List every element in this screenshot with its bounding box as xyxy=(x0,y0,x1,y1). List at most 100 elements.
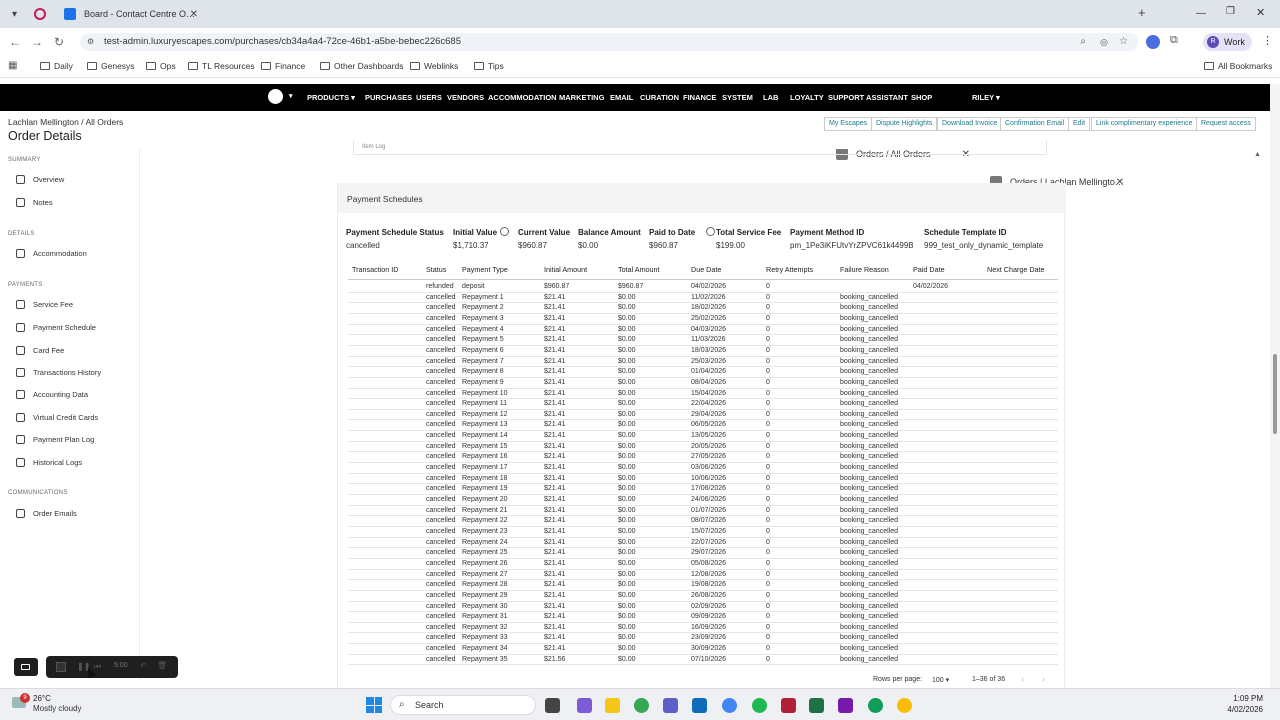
nav-item-curation[interactable]: CURATION xyxy=(640,93,679,102)
user-menu[interactable]: RILEY ▾ xyxy=(972,93,1000,102)
sidebar-item-overview[interactable]: Overview xyxy=(16,175,64,184)
nav-item-loyalty[interactable]: LOYALTY xyxy=(790,93,824,102)
restart-icon[interactable]: ⏮ xyxy=(94,662,101,672)
chrome-work-icon[interactable] xyxy=(722,698,737,713)
zoom-icon[interactable]: ⌕ xyxy=(1080,33,1086,51)
file-explorer-icon[interactable] xyxy=(605,698,620,713)
prev-page-icon[interactable]: ‹ xyxy=(1021,674,1024,684)
sidebar-item-order-emails[interactable]: Order Emails xyxy=(16,509,77,518)
page-scrollbar[interactable] xyxy=(1270,84,1280,688)
back-icon[interactable]: ← xyxy=(4,35,26,49)
action-button-confirmation-email[interactable]: Confirmation Email xyxy=(1000,117,1070,131)
sidebar-item-historical-logs[interactable]: Historical Logs xyxy=(16,458,82,467)
info-icon[interactable] xyxy=(706,227,715,236)
minimize-icon[interactable]: — xyxy=(1196,8,1206,19)
action-button-dispute-highlights[interactable]: Dispute Highlights xyxy=(871,117,938,131)
nav-item-finance[interactable]: FINANCE xyxy=(683,93,716,102)
stop-icon[interactable] xyxy=(56,662,66,672)
chrome-icon[interactable] xyxy=(634,698,649,713)
url-input[interactable]: ⚙ test-admin.luxuryescapes.com/purchases… xyxy=(80,33,1138,51)
tab-search-icon[interactable]: ▾ xyxy=(12,9,17,20)
taskbar-date[interactable]: 4/02/2026 xyxy=(1207,705,1263,714)
nav-item-accommodation[interactable]: ACCOMMODATION xyxy=(488,93,557,102)
teams-work-icon[interactable] xyxy=(663,698,678,713)
item-log-section[interactable]: Item Log xyxy=(353,140,1047,155)
column-header[interactable]: Failure Reason xyxy=(840,265,889,274)
column-header[interactable]: Status xyxy=(426,265,446,274)
bookmark-folder[interactable]: Daily xyxy=(40,61,73,71)
browser-tab[interactable]: Board - Contact Centre Opera ✕ xyxy=(56,0,206,28)
chrome-profile-icon[interactable] xyxy=(868,698,883,713)
taskbar-search-input[interactable]: ⌕ Search xyxy=(390,695,536,715)
spotify-icon[interactable] xyxy=(752,698,767,713)
tab-close-icon[interactable]: ✕ xyxy=(1116,177,1124,188)
browser-menu-icon[interactable]: ⋮ xyxy=(1262,34,1273,47)
rows-per-page-select[interactable]: 100 ▾ xyxy=(932,676,949,684)
tab-close-icon[interactable]: ✕ xyxy=(190,9,198,20)
onenote-icon[interactable] xyxy=(838,698,853,713)
close-window-icon[interactable]: ✕ xyxy=(1256,6,1265,19)
nav-item-system[interactable]: SYSTEM xyxy=(722,93,753,102)
column-header[interactable]: Initial Amount xyxy=(544,265,587,274)
weather-temp[interactable]: 26°C xyxy=(33,694,51,703)
bookmark-folder[interactable]: TL Resources xyxy=(188,61,255,71)
sidebar-item-card-fee[interactable]: Card Fee xyxy=(16,346,64,355)
site-info-icon[interactable]: ⚙ xyxy=(87,33,94,51)
logo-icon[interactable] xyxy=(268,89,283,104)
nav-item-products[interactable]: PRODUCTS ▾ xyxy=(307,93,355,102)
nav-item-vendors[interactable]: VENDORS xyxy=(447,93,484,102)
action-button-link-complimentary-experience[interactable]: Link complimentary experience xyxy=(1091,117,1198,131)
eye-off-icon[interactable]: ◎ xyxy=(1100,33,1108,51)
nav-item-support-assistant[interactable]: SUPPORT ASSISTANT xyxy=(828,93,908,102)
action-button-my-escapes[interactable]: My Escapes xyxy=(824,117,873,131)
sidebar-item-accommodation[interactable]: Accommodation xyxy=(16,249,87,258)
maximize-icon[interactable]: ❐ xyxy=(1226,6,1235,17)
sidebar-item-accounting-data[interactable]: Accounting Data xyxy=(16,390,88,399)
column-header[interactable]: Next Charge Date xyxy=(987,265,1045,274)
all-bookmarks-button[interactable]: All Bookmarks xyxy=(1204,61,1272,71)
extensions-puzzle-icon[interactable]: ⧉ xyxy=(1170,34,1178,47)
nav-item-purchases[interactable]: PURCHASES xyxy=(365,93,412,102)
scrollbar-thumb[interactable] xyxy=(1273,354,1277,434)
weather-description[interactable]: Mostly cloudy xyxy=(33,704,81,713)
taskbar-time[interactable]: 1:09 PM xyxy=(1207,694,1263,703)
column-header[interactable]: Transaction ID xyxy=(352,265,398,274)
sidebar-item-transactions-history[interactable]: Transactions History xyxy=(16,368,101,377)
indesign-icon[interactable] xyxy=(781,698,796,713)
task-view-icon[interactable] xyxy=(545,698,560,713)
nav-item-users[interactable]: USERS xyxy=(416,93,442,102)
bookmark-star-icon[interactable]: ☆ xyxy=(1119,33,1128,51)
apps-grid-icon[interactable]: ▦ xyxy=(8,60,17,71)
sidebar-item-virtual-credit-cards[interactable]: Virtual Credit Cards xyxy=(16,413,98,422)
windows-start-icon[interactable] xyxy=(366,697,382,713)
chrome-alt-icon[interactable] xyxy=(897,698,912,713)
bookmark-folder[interactable]: Other Dashboards xyxy=(320,61,403,71)
camera-icon[interactable] xyxy=(14,658,38,676)
bookmark-folder[interactable]: Weblinks xyxy=(410,61,458,71)
action-button-request-access[interactable]: Request access xyxy=(1196,117,1256,131)
bookmark-folder[interactable]: Genesys xyxy=(87,61,135,71)
next-page-icon[interactable]: › xyxy=(1042,674,1045,684)
nav-item-email[interactable]: EMAIL xyxy=(610,93,633,102)
extension-icon[interactable] xyxy=(1146,35,1160,49)
sidebar-item-payment-schedule[interactable]: Payment Schedule xyxy=(16,323,96,332)
action-button-edit[interactable]: Edit xyxy=(1068,117,1091,131)
column-header[interactable]: Paid Date xyxy=(913,265,945,274)
new-tab-icon[interactable]: + xyxy=(1138,5,1146,20)
reload-icon[interactable]: ↻ xyxy=(48,35,70,49)
excel-icon[interactable] xyxy=(809,698,824,713)
teams-icon[interactable] xyxy=(577,698,592,713)
nav-item-shop[interactable]: SHOP xyxy=(911,93,932,102)
sidebar-item-payment-plan-log[interactable]: Payment Plan Log xyxy=(16,435,94,444)
bookmark-folder[interactable]: Finance xyxy=(261,61,305,71)
column-header[interactable]: Total Amount xyxy=(618,265,660,274)
undo-icon[interactable]: ↶ xyxy=(140,661,147,670)
column-header[interactable]: Retry Attempts xyxy=(766,265,813,274)
profile-button[interactable]: R Work xyxy=(1203,33,1252,51)
column-header[interactable]: Payment Type xyxy=(462,265,508,274)
collapse-icon[interactable]: ▲ xyxy=(1254,151,1261,158)
logo-chevron-icon[interactable]: ▾ xyxy=(289,92,293,100)
forward-icon[interactable]: → xyxy=(26,35,48,49)
sidebar-item-notes[interactable]: Notes xyxy=(16,198,53,207)
column-header[interactable]: Due Date xyxy=(691,265,721,274)
